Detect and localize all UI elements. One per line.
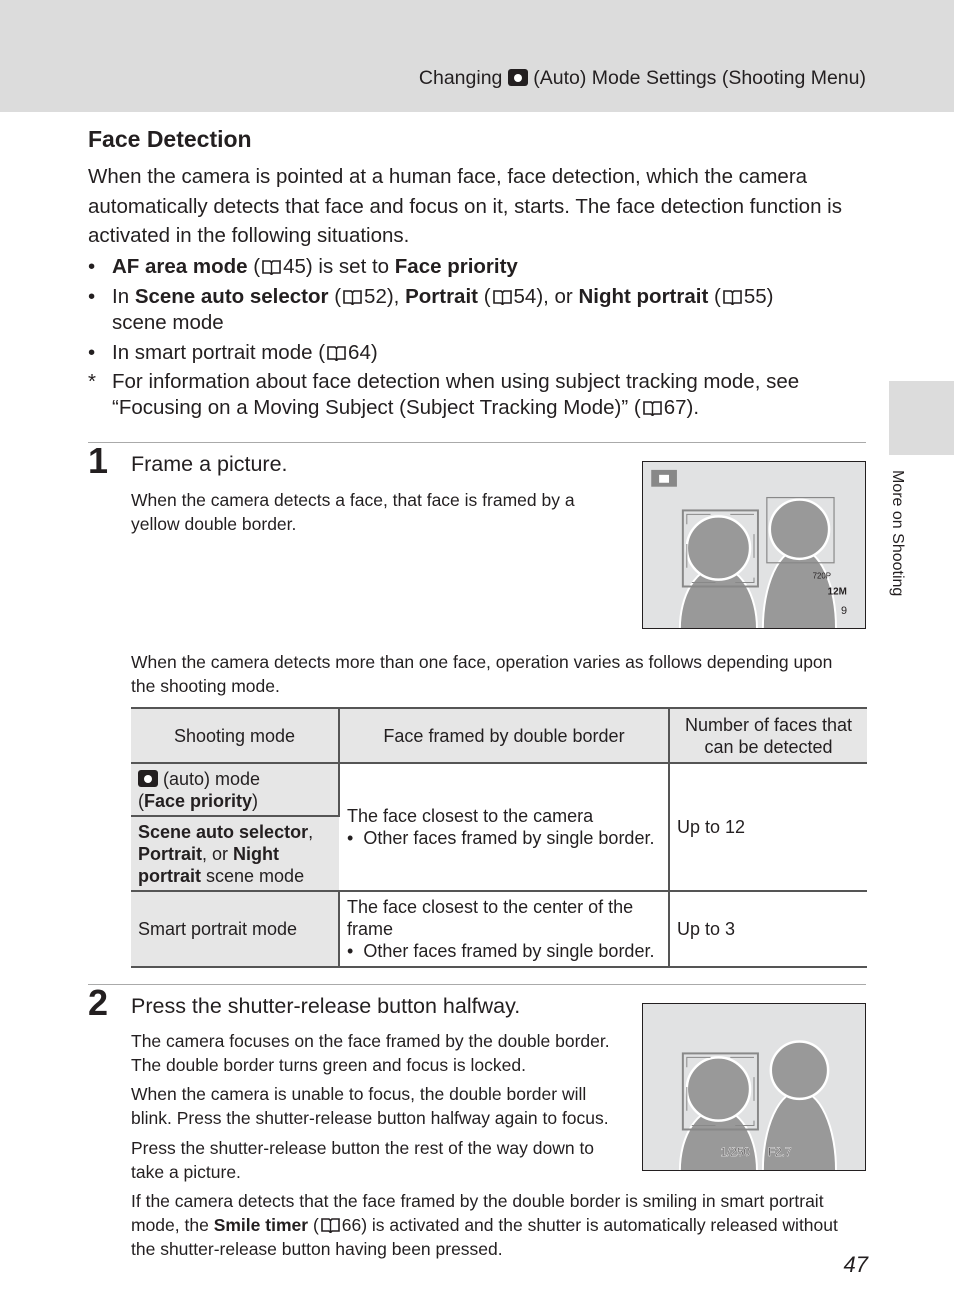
mode-cell: Scene auto selector, Portrait, or Night po… — [131, 815, 339, 892]
text: 52), — [364, 285, 400, 308]
exposure-count: 9 — [841, 605, 847, 617]
divider — [88, 984, 866, 985]
step-text: Press the shutter-release button the res… — [131, 1138, 595, 1182]
text: The face closest to the camera — [347, 806, 594, 826]
column-header: Shooting mode — [131, 707, 340, 764]
aperture-value: F2.7 — [768, 1145, 792, 1159]
image-size-indicator: 12M — [828, 586, 847, 597]
text: 64) — [348, 341, 378, 364]
person-head — [685, 515, 752, 581]
person-head — [685, 1056, 752, 1122]
bullet-item: • AF area mode (45) is set to Face priori… — [88, 255, 518, 278]
page-number: 47 — [843, 1252, 868, 1277]
bold-term: Night portrait — [578, 285, 709, 308]
text: 54), or — [513, 285, 573, 308]
text: 45) is set to — [283, 255, 390, 278]
text: The face closest to the center of the fr… — [347, 897, 634, 939]
bold-term: Portrait — [405, 285, 478, 308]
framed-cell: The face closest to the center of the fr… — [339, 890, 670, 968]
step-text: The camera focuses on the face framed by… — [131, 1031, 610, 1075]
book-icon — [643, 400, 662, 416]
book-icon — [493, 289, 512, 305]
shutter-speed: 1/250 — [720, 1145, 750, 1159]
camera-screen-illustration: 720P 12M 9 — [642, 461, 866, 629]
step-text: When the camera detects a face, that fac… — [131, 490, 575, 534]
text: In smart portrait mode ( — [112, 341, 326, 364]
bold-term: Night — [233, 843, 280, 864]
side-tab-label: More on Shooting — [889, 470, 906, 597]
bold-term: Scene auto selector — [138, 821, 309, 842]
camera-icon — [138, 769, 158, 787]
text: Other faces framed by single border. — [363, 941, 655, 961]
text: 67). — [663, 396, 700, 419]
bold-term: portrait — [138, 865, 201, 886]
text: “Focusing on a Moving Subject (Subject T… — [112, 396, 641, 419]
table-header-row: Shooting mode Face framed by double bord… — [131, 707, 867, 764]
text: For information about face detection whe… — [112, 370, 800, 393]
person-head — [769, 1040, 830, 1101]
note: * For information about face detection wh… — [88, 369, 872, 421]
text: ( — [312, 1215, 319, 1235]
camera-screen-illustration: 1/250 F2.7 — [642, 1003, 866, 1171]
framed-cell: The face closest to the camera • Other fa… — [339, 762, 670, 892]
book-icon — [321, 1217, 340, 1233]
text: , or — [202, 843, 229, 864]
step-number: 2 — [88, 982, 109, 1023]
camera-icon — [507, 69, 528, 86]
header-title-pre: Changing — [418, 67, 503, 89]
step-title: Press the shutter-release button halfway… — [131, 994, 521, 1018]
section-title: Face Detection — [88, 126, 252, 152]
text: Other faces framed by single border. — [363, 828, 655, 848]
count-cell: Up to 12 — [669, 762, 867, 892]
text: scene mode — [206, 865, 305, 886]
text: ( — [334, 285, 342, 308]
header-title: Changing (Auto) Mode Settings (Shooting … — [419, 67, 866, 90]
side-tab — [889, 381, 954, 455]
text: In — [112, 285, 130, 308]
mode-cell: Smart portrait mode — [131, 890, 340, 968]
header-title-post: (Auto) Mode Settings (Shooting Menu) — [533, 67, 866, 89]
mode-cell: (auto) mode (Face priority) — [131, 762, 340, 817]
step-title: Frame a picture. — [131, 452, 288, 476]
bold-term: Smile timer — [213, 1215, 309, 1235]
bold-term: Face priority — [394, 255, 518, 278]
person-body — [761, 547, 837, 628]
step-text: When the camera detects more than one fa… — [131, 652, 833, 696]
column-header: Number of faces that can be detected — [669, 707, 867, 764]
page-header — [0, 0, 954, 112]
face-detection-table: Shooting mode Face framed by double bord… — [131, 707, 867, 968]
bold-term: Face priority — [144, 790, 253, 811]
text: ) — [252, 790, 259, 811]
text: (auto) mode — [163, 768, 261, 789]
step-number: 1 — [88, 440, 109, 481]
divider — [88, 442, 866, 443]
bullet-item: • In smart portrait mode (64) — [88, 341, 378, 364]
bold-term: AF area mode — [112, 255, 248, 278]
text: ( — [483, 285, 491, 308]
bullet-item: • In Scene auto selector (52), Portrait (… — [88, 285, 774, 334]
text: scene mode — [112, 311, 224, 334]
book-icon — [723, 289, 742, 305]
person-head — [768, 498, 831, 561]
step-text: If the camera detects that the face fram… — [131, 1189, 856, 1261]
bold-term: Portrait — [138, 843, 203, 864]
text: , — [308, 821, 314, 842]
column-header: Face framed by double border — [339, 707, 670, 764]
intro-text: When the camera is pointed at a human fa… — [88, 165, 842, 247]
resolution-indicator: 720P — [813, 572, 831, 581]
table-row: (auto) mode (Face priority) The face clos… — [131, 762, 867, 892]
text: 55) — [743, 285, 774, 308]
table-row: Smart portrait mode The face closest to … — [131, 890, 867, 968]
asterisk: * — [88, 370, 96, 393]
bold-term: Scene auto selector — [134, 285, 329, 308]
text: ( — [253, 255, 261, 278]
book-icon — [343, 289, 362, 305]
text: ( — [714, 285, 721, 308]
book-icon — [262, 259, 281, 275]
count-cell: Up to 3 — [669, 890, 867, 968]
book-icon — [327, 345, 346, 361]
step-text: When the camera is unable to focus, the … — [131, 1084, 609, 1128]
